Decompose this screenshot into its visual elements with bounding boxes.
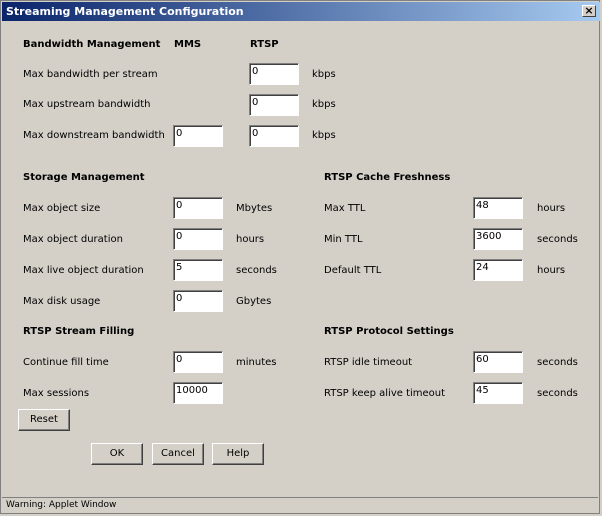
max-disk-usage-field[interactable]: 0 xyxy=(173,290,223,312)
close-icon: × xyxy=(584,4,594,17)
rtsp-column-header: RTSP xyxy=(250,39,279,50)
max-object-size-label: Max object size xyxy=(23,203,101,214)
max-disk-usage-label: Max disk usage xyxy=(23,296,101,307)
storage-header: Storage Management xyxy=(23,172,145,183)
reset-button[interactable]: Reset xyxy=(18,409,70,431)
min-ttl-unit: seconds xyxy=(537,234,578,245)
window-title: Streaming Management Configuration xyxy=(6,5,244,18)
max-downstream-bandwidth-mms-field[interactable]: 0 xyxy=(173,125,223,147)
rtsp-idle-timeout-label: RTSP idle timeout xyxy=(324,357,413,368)
default-ttl-unit: hours xyxy=(537,265,566,276)
max-upstream-bandwidth-label: Max upstream bandwidth xyxy=(23,99,151,110)
max-sessions-label: Max sessions xyxy=(23,388,90,399)
max-live-object-duration-field[interactable]: 5 xyxy=(173,259,223,281)
cancel-button[interactable]: Cancel xyxy=(152,443,204,465)
max-disk-usage-unit: Gbytes xyxy=(236,296,272,307)
max-object-size-field[interactable]: 0 xyxy=(173,197,223,219)
min-ttl-field[interactable]: 3600 xyxy=(473,228,523,250)
status-bar: Warning: Applet Window xyxy=(2,497,598,513)
rtsp-idle-timeout-unit: seconds xyxy=(537,357,578,368)
mms-column-header: MMS xyxy=(174,39,202,50)
max-downstream-bandwidth-unit: kbps xyxy=(312,130,336,141)
ok-button[interactable]: OK xyxy=(91,443,143,465)
max-upstream-bandwidth-rtsp-field[interactable]: 0 xyxy=(249,94,299,116)
dialog-window: Streaming Management Configuration × Ban… xyxy=(0,0,600,514)
protocol-settings-header: RTSP Protocol Settings xyxy=(324,326,454,337)
max-downstream-bandwidth-rtsp-field[interactable]: 0 xyxy=(249,125,299,147)
max-object-duration-unit: hours xyxy=(236,234,265,245)
title-bar[interactable]: Streaming Management Configuration × xyxy=(2,2,600,21)
close-button[interactable]: × xyxy=(582,5,596,17)
rtsp-keep-alive-timeout-label: RTSP keep alive timeout xyxy=(324,388,446,399)
max-live-object-duration-label: Max live object duration xyxy=(23,265,144,276)
max-bandwidth-per-stream-label: Max bandwidth per stream xyxy=(23,69,158,80)
max-ttl-field[interactable]: 48 xyxy=(473,197,523,219)
max-bandwidth-per-stream-rtsp-field[interactable]: 0 xyxy=(249,63,299,85)
rtsp-idle-timeout-field[interactable]: 60 xyxy=(473,351,523,373)
max-object-duration-field[interactable]: 0 xyxy=(173,228,223,250)
default-ttl-label: Default TTL xyxy=(324,265,382,276)
max-object-size-unit: Mbytes xyxy=(236,203,273,214)
max-object-duration-label: Max object duration xyxy=(23,234,123,245)
continue-fill-time-unit: minutes xyxy=(236,357,277,368)
continue-fill-time-label: Continue fill time xyxy=(23,357,109,368)
help-button[interactable]: Help xyxy=(212,443,264,465)
max-ttl-unit: hours xyxy=(537,203,566,214)
cache-freshness-header: RTSP Cache Freshness xyxy=(324,172,451,183)
min-ttl-label: Min TTL xyxy=(324,234,363,245)
max-ttl-label: Max TTL xyxy=(324,203,366,214)
stream-filling-header: RTSP Stream Filling xyxy=(23,326,135,337)
continue-fill-time-field[interactable]: 0 xyxy=(173,351,223,373)
default-ttl-field[interactable]: 24 xyxy=(473,259,523,281)
bandwidth-header: Bandwidth Management xyxy=(23,39,161,50)
rtsp-keep-alive-timeout-unit: seconds xyxy=(537,388,578,399)
max-sessions-field[interactable]: 10000 xyxy=(173,382,223,404)
max-live-object-duration-unit: seconds xyxy=(236,265,277,276)
rtsp-keep-alive-timeout-field[interactable]: 45 xyxy=(473,382,523,404)
applet-warning-text: Warning: Applet Window xyxy=(6,500,117,510)
max-bandwidth-per-stream-unit: kbps xyxy=(312,69,336,80)
max-upstream-bandwidth-unit: kbps xyxy=(312,99,336,110)
max-downstream-bandwidth-label: Max downstream bandwidth xyxy=(23,130,165,141)
